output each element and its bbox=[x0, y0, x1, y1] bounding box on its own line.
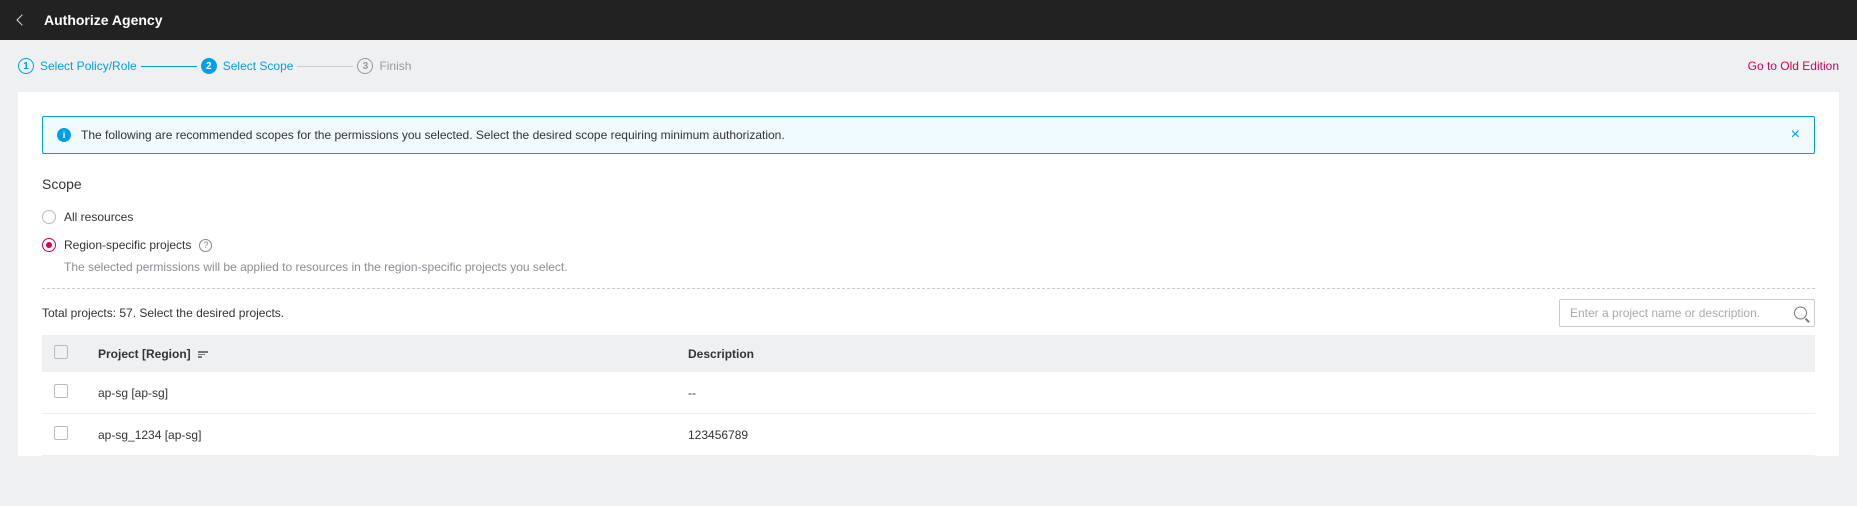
cell-description: 123456789 bbox=[676, 414, 1815, 456]
search-wrapper bbox=[1559, 299, 1815, 327]
help-icon[interactable]: ? bbox=[199, 239, 212, 252]
wizard-steps: 1 Select Policy/Role 2 Select Scope 3 Fi… bbox=[18, 58, 1839, 74]
step-label-3: Finish bbox=[379, 59, 411, 73]
page-header: Authorize Agency bbox=[0, 0, 1857, 40]
table-meta: Total projects: 57. Select the desired p… bbox=[42, 299, 1815, 327]
header-description: Description bbox=[676, 335, 1815, 372]
step-number-1: 1 bbox=[18, 58, 34, 74]
row-checkbox[interactable] bbox=[54, 426, 68, 440]
step-select-scope[interactable]: 2 Select Scope bbox=[201, 58, 294, 74]
step-finish[interactable]: 3 Finish bbox=[357, 58, 411, 74]
radio-label-all: All resources bbox=[64, 210, 133, 224]
search-input[interactable] bbox=[1559, 299, 1815, 327]
old-edition-link[interactable]: Go to Old Edition bbox=[1748, 59, 1839, 73]
scope-section-title: Scope bbox=[42, 176, 1815, 192]
radio-label-region: Region-specific projects bbox=[64, 238, 191, 252]
cell-project: ap-sg_1234 [ap-sg] bbox=[86, 414, 676, 456]
sort-icon[interactable] bbox=[198, 351, 208, 358]
info-icon: i bbox=[57, 128, 71, 142]
step-select-policy[interactable]: 1 Select Policy/Role bbox=[18, 58, 137, 74]
info-alert: i The following are recommended scopes f… bbox=[42, 116, 1815, 154]
step-label-1: Select Policy/Role bbox=[40, 59, 137, 73]
step-number-3: 3 bbox=[357, 58, 373, 74]
back-icon[interactable] bbox=[16, 14, 27, 25]
radio-region-specific[interactable] bbox=[42, 238, 56, 252]
total-projects-text: Total projects: 57. Select the desired p… bbox=[42, 306, 284, 320]
step-label-2: Select Scope bbox=[223, 59, 294, 73]
content: 1 Select Policy/Role 2 Select Scope 3 Fi… bbox=[0, 40, 1857, 456]
header-checkbox-cell bbox=[42, 335, 86, 372]
alert-text: The following are recommended scopes for… bbox=[81, 128, 785, 142]
radio-region-desc: The selected permissions will be applied… bbox=[64, 260, 1815, 274]
table-row[interactable]: ap-sg_1234 [ap-sg] 123456789 bbox=[42, 414, 1815, 456]
table-row[interactable]: ap-sg [ap-sg] -- bbox=[42, 372, 1815, 414]
select-all-checkbox[interactable] bbox=[54, 345, 68, 359]
scope-option-region[interactable]: Region-specific projects ? The selected … bbox=[42, 238, 1815, 274]
cell-project: ap-sg [ap-sg] bbox=[86, 372, 676, 414]
radio-all-resources[interactable] bbox=[42, 210, 56, 224]
close-icon[interactable]: × bbox=[1791, 127, 1800, 143]
step-connector bbox=[141, 66, 197, 67]
header-project[interactable]: Project [Region] bbox=[86, 335, 676, 372]
projects-table: Project [Region] Description ap-sg [ap-s… bbox=[42, 335, 1815, 456]
dashed-divider bbox=[42, 288, 1815, 289]
step-connector bbox=[297, 66, 353, 67]
row-checkbox[interactable] bbox=[54, 384, 68, 398]
step-number-2: 2 bbox=[201, 58, 217, 74]
page-title: Authorize Agency bbox=[44, 12, 163, 28]
cell-description: -- bbox=[676, 372, 1815, 414]
header-project-label: Project [Region] bbox=[98, 347, 191, 361]
scope-option-all[interactable]: All resources bbox=[42, 210, 1815, 224]
main-card: i The following are recommended scopes f… bbox=[18, 92, 1839, 456]
